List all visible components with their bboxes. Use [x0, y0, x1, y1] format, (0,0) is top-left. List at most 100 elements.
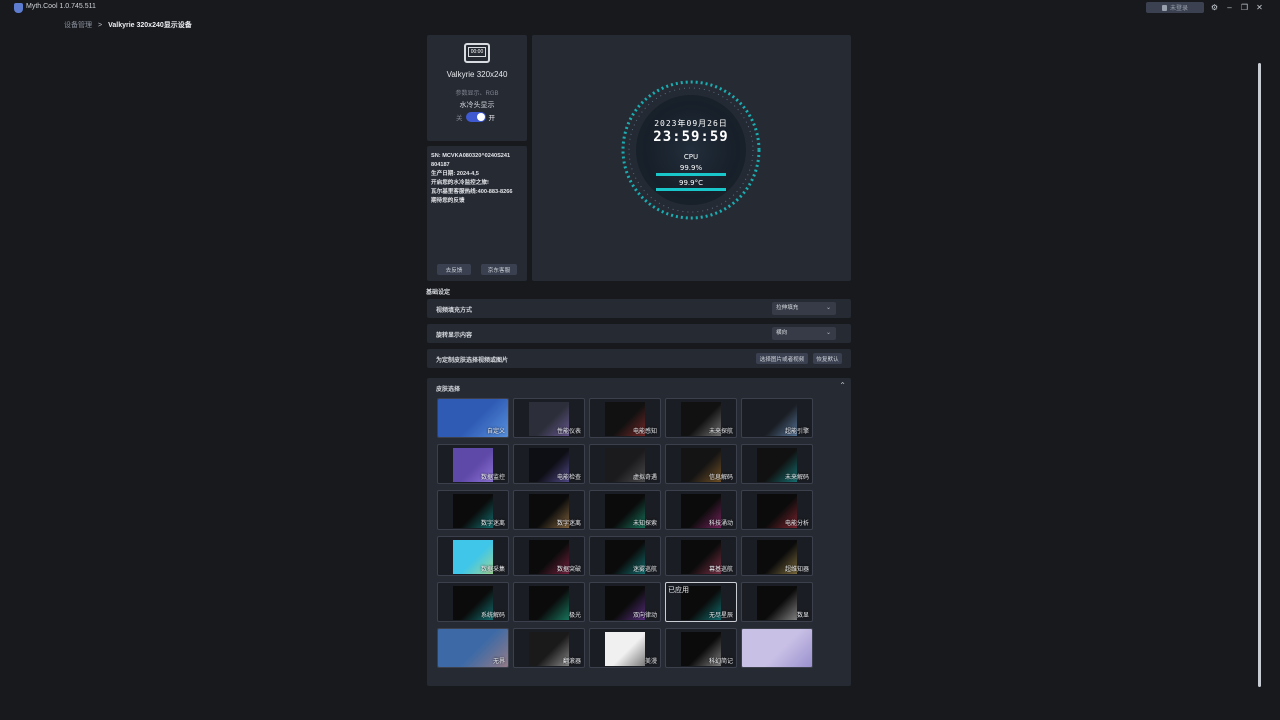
skin-tile[interactable]: 数字迷离 [513, 490, 585, 530]
skin-tile[interactable]: 科技涌动 [665, 490, 737, 530]
device-name: Valkyrie 320x240 [446, 70, 508, 79]
close-icon[interactable]: ✕ [1254, 2, 1265, 13]
feedback-button[interactable]: 去反馈 [437, 264, 471, 275]
skin-tile[interactable]: 系统解码 [437, 582, 509, 622]
skin-label: 超能引擎 [784, 429, 809, 435]
skin-tile[interactable]: 双向律动 [589, 582, 661, 622]
display-toggle[interactable] [465, 112, 486, 122]
skin-label: 幕基巡航 [708, 567, 733, 573]
preview-usage-bar [656, 173, 726, 176]
skin-label: 数据突破 [556, 567, 581, 573]
fill-mode-label: 视频填充方式 [436, 308, 473, 314]
skin-tile[interactable]: 超能引擎 [741, 398, 813, 438]
settings-icon[interactable]: ⚙ [1209, 2, 1220, 13]
page-scrollbar[interactable] [1258, 63, 1261, 687]
skin-tile[interactable]: 电能感知 [589, 398, 661, 438]
skin-label: 数字迷离 [556, 521, 581, 527]
info-line: SN: MCVKA080320^0240S241 [431, 153, 511, 159]
breadcrumb-current: Valkyrie 320x240显示设备 [108, 22, 192, 29]
skin-label: 迷雾巡航 [632, 567, 657, 573]
skin-tile[interactable]: 未知探索 [589, 490, 661, 530]
skin-tile[interactable]: 超维知器 [741, 536, 813, 576]
skin-tile[interactable]: 电能分析 [741, 490, 813, 530]
chevron-down-icon: ⌄ [825, 305, 831, 311]
restore-default-button[interactable]: 恢复默认 [813, 353, 842, 364]
toggle-label: 水冷头显示 [459, 102, 495, 109]
preview-date: 2023年09月26日 [654, 118, 728, 128]
fill-mode-select[interactable]: 拉伸填充 ⌄ [772, 302, 836, 315]
preview-usage: 99.9% [680, 164, 703, 172]
skin-tile[interactable]: 虚拟奇遇 [589, 444, 661, 484]
skin-label: 数据采集 [480, 567, 505, 573]
custom-media-row: 为定制皮肤选择视频或图片 选择图片或者视频 恢复默认 [427, 349, 851, 368]
skin-panel-title: 皮肤选择 [436, 387, 461, 393]
toggle-knob [476, 113, 485, 121]
app-title: Myth.Cool 1.0.745.511 [26, 3, 96, 10]
skin-tile[interactable]: 数据突破 [513, 536, 585, 576]
device-card: 00:00 Valkyrie 320x240 参数显示、RGB 水冷头显示 关 … [427, 35, 527, 141]
breadcrumb-separator: > [98, 21, 103, 29]
skin-tile[interactable]: 自定义 [437, 398, 509, 438]
rotate-row: 旋转显示内容 横向 ⌄ [427, 324, 851, 343]
skin-tile[interactable]: 美漫 [589, 628, 661, 668]
skin-label: 虚拟奇遇 [632, 475, 657, 481]
skin-label: 电能分析 [784, 521, 809, 527]
info-line: 瓦尔基里客服热线:400-883-8266 [431, 189, 513, 195]
skin-label: 翻滚器 [562, 659, 581, 665]
info-line: 804187 [431, 162, 450, 168]
skin-tile[interactable]: 迷雾巡航 [589, 536, 661, 576]
toggle-off-label: 关 [456, 115, 463, 122]
jd-service-button[interactable]: 京东客服 [481, 264, 517, 275]
info-line: 期待您的反馈 [431, 198, 465, 204]
preview-time: 23:59:59 [653, 129, 728, 145]
custom-media-label: 为定制皮肤选择视频或图片 [436, 358, 509, 364]
skin-tile[interactable]: 无界 [437, 628, 509, 668]
skin-tile[interactable] [741, 628, 813, 668]
preview-canvas: 2023年09月26日 23:59:59 CPU 99.9% 99.9°C [613, 72, 769, 228]
app-logo-icon [14, 3, 23, 13]
skin-tile[interactable]: 性能仪表 [513, 398, 585, 438]
skin-tile[interactable]: 数据监控 [437, 444, 509, 484]
skin-tile[interactable]: 电能检查 [513, 444, 585, 484]
preview-cpu-label: CPU [684, 153, 698, 161]
skin-tile[interactable]: 数字迷离 [437, 490, 509, 530]
skin-tile[interactable]: 科幻简记 [665, 628, 737, 668]
skin-label: 数字迷离 [480, 521, 505, 527]
chevron-up-icon[interactable]: ⌃ [839, 381, 846, 390]
info-card: SN: MCVKA080320^0240S241 804187 生产日期: 20… [427, 146, 527, 281]
fill-mode-value: 拉伸填充 [776, 305, 799, 311]
skin-label: 未来探航 [708, 429, 733, 435]
toggle-on-label: 开 [488, 115, 496, 122]
skin-tile[interactable]: 数显 [741, 582, 813, 622]
device-subtitle: 参数显示、RGB [455, 91, 499, 97]
skin-thumbnail [757, 586, 797, 620]
skin-tile[interactable]: 翻滚器 [513, 628, 585, 668]
restore-icon[interactable]: ❐ [1239, 2, 1250, 13]
login-button[interactable]: 未登录 [1146, 2, 1204, 13]
active-skin-badge: 已应用 [668, 587, 689, 594]
choose-media-button[interactable]: 选择图片或者视频 [756, 353, 808, 364]
skin-thumbnail [605, 632, 645, 666]
skin-tile[interactable]: 数据采集 [437, 536, 509, 576]
skin-tile[interactable]: 已应用 无尽星辰 [665, 582, 737, 622]
breadcrumb-parent[interactable]: 设备管理 [64, 20, 92, 30]
skin-label: 无界 [492, 659, 505, 665]
title-bar: Myth.Cool 1.0.745.511 未登录 ⚙ – ❐ ✕ [0, 0, 1280, 16]
rotate-value: 横向 [776, 330, 788, 336]
rotate-select[interactable]: 横向 ⌄ [772, 327, 836, 340]
skin-label: 科幻简记 [708, 659, 733, 665]
minimize-icon[interactable]: – [1224, 2, 1235, 13]
skin-preview: 2023年09月26日 23:59:59 CPU 99.9% 99.9°C [532, 35, 851, 281]
skin-panel: 皮肤选择 ⌃ 自定义 性能仪表 电能感知 未来探航 超能引擎数据监控 电能检查 虚拟奇遇 信息… [427, 378, 851, 686]
skin-label: 未知探索 [632, 521, 657, 527]
skin-tile[interactable]: 信息解码 [665, 444, 737, 484]
skin-tile[interactable]: 未来探航 [665, 398, 737, 438]
skin-label: 自定义 [486, 429, 505, 435]
skin-label: 数显 [796, 613, 809, 619]
skin-tile[interactable]: 极光 [513, 582, 585, 622]
skin-tile[interactable]: 未来解码 [741, 444, 813, 484]
monitor-icon-text: 00:00 [468, 47, 486, 57]
skin-tile[interactable]: 幕基巡航 [665, 536, 737, 576]
fill-mode-row: 视频填充方式 拉伸填充 ⌄ [427, 299, 851, 318]
user-icon [1161, 4, 1167, 11]
